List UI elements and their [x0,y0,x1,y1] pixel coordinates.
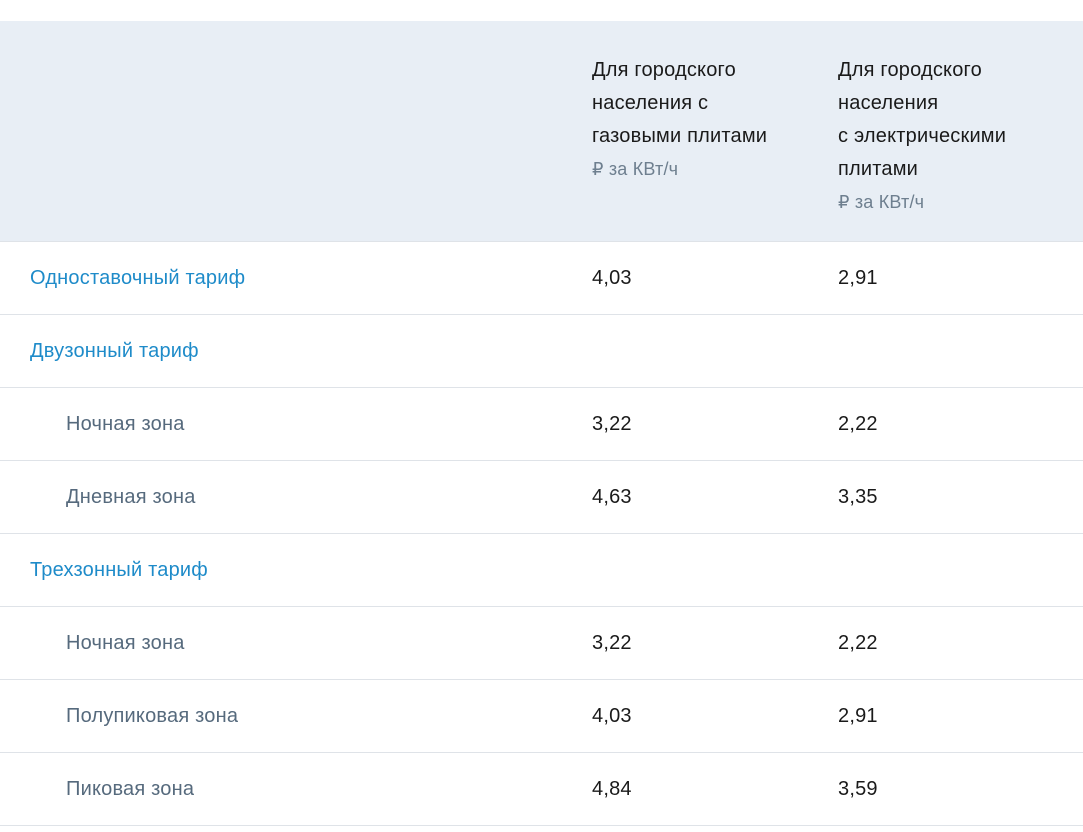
table-row-three-zone-peak: Пиковая зона 4,84 3,59 [0,753,1083,826]
value-electric: 2,91 [838,267,878,289]
value-gas: 4,03 [592,705,632,727]
row-label: Трехзонный тариф [30,559,208,581]
column-header-electric-unit: ₽ за КВт/ч [838,192,925,212]
column-header-electric-stoves: Для городского населения с электрическим… [838,54,1068,219]
column-header-gas-title: Для городского населения с газовыми плит… [592,59,768,147]
table-row-two-zone-day: Дневная зона 4,63 3,35 [0,461,1083,534]
table-row-three-zone-night: Ночная зона 3,22 2,22 [0,607,1083,680]
value-electric: 3,59 [838,778,878,800]
table-row-three-zone: Трехзонный тариф [0,534,1083,607]
row-label: Ночная зона [66,632,185,654]
value-electric: 2,22 [838,632,878,654]
column-header-gas-unit: ₽ за КВт/ч [592,159,679,179]
row-label: Одноставочный тариф [30,267,246,289]
table-row-three-zone-semipeak: Полупиковая зона 4,03 2,91 [0,680,1083,753]
value-gas: 4,03 [592,267,632,289]
value-gas: 3,22 [592,413,632,435]
table-row-single-rate: Одноставочный тариф 4,03 2,91 [0,242,1083,315]
tariff-table: Для городского населения с газовыми плит… [0,21,1083,826]
value-gas: 4,63 [592,486,632,508]
table-row-two-zone-night: Ночная зона 3,22 2,22 [0,388,1083,461]
row-label: Двузонный тариф [30,340,199,362]
value-electric: 2,22 [838,413,878,435]
value-gas: 3,22 [592,632,632,654]
value-electric: 2,91 [838,705,878,727]
table-row-two-zone: Двузонный тариф [0,315,1083,388]
value-gas: 4,84 [592,778,632,800]
row-label: Дневная зона [66,486,196,508]
column-header-gas-stoves: Для городского населения с газовыми плит… [592,54,812,186]
row-label: Ночная зона [66,413,185,435]
row-label: Пиковая зона [66,778,195,800]
table-header: Для городского населения с газовыми плит… [0,21,1083,242]
column-header-electric-title: Для городского населения с электрическим… [838,59,1007,180]
value-electric: 3,35 [838,486,878,508]
row-label: Полупиковая зона [66,705,239,727]
